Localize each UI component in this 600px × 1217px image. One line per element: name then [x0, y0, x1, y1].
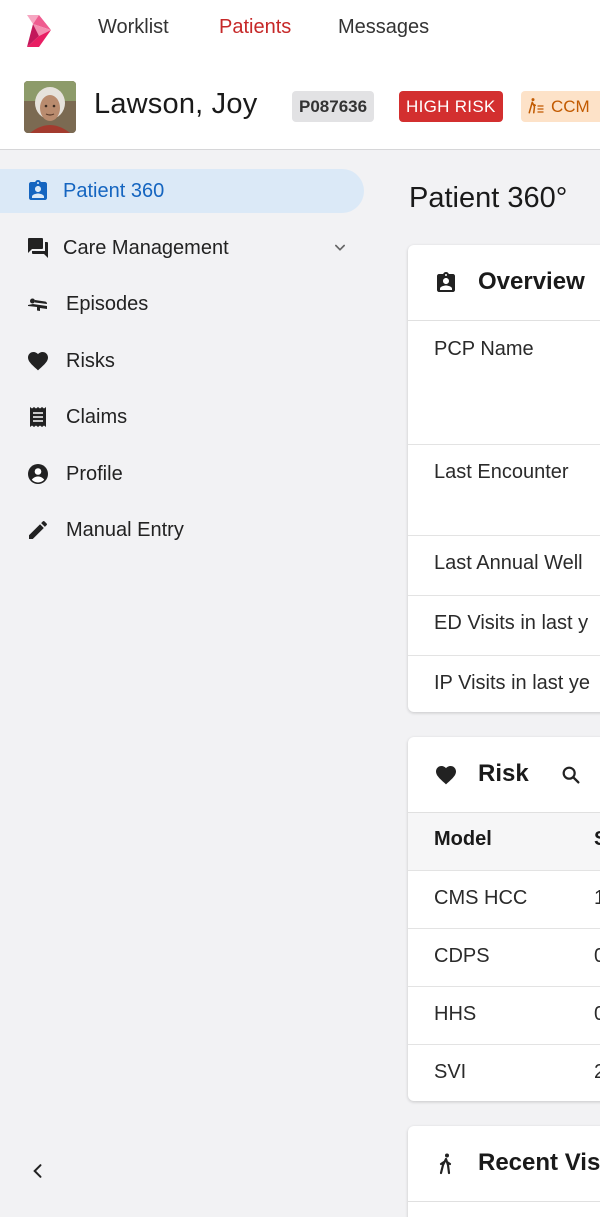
- badge-icon: [437, 272, 455, 292]
- row-label: PCP Name: [434, 338, 534, 360]
- table-row: SVI 2: [408, 1045, 600, 1101]
- table-row: HHS 0: [408, 987, 600, 1045]
- search-icon[interactable]: [560, 764, 582, 786]
- overview-title: Overview: [478, 268, 585, 295]
- avatar: [24, 81, 76, 133]
- nav-patients[interactable]: Patients: [219, 16, 291, 39]
- bed-icon: [28, 298, 47, 311]
- sidebar-item-label: Claims: [66, 406, 128, 428]
- sidebar-item-label: Profile: [66, 463, 123, 485]
- sidebar-item-label: Patient 360: [63, 180, 165, 202]
- ccm-badge: CCM: [521, 91, 600, 122]
- sidebar: Patient 360 Care Management Episodes Ris…: [0, 151, 380, 1217]
- row-label: IP Visits in last ye: [434, 672, 590, 694]
- overview-row-ip-visits: IP Visits in last ye: [408, 656, 600, 712]
- risk-table-header: Model S: [408, 813, 600, 871]
- risk-score: 1: [594, 887, 600, 909]
- table-row: CDPS 0: [408, 929, 600, 987]
- sidebar-item-patient-360[interactable]: Patient 360: [0, 169, 364, 213]
- overview-card-header: Overview: [408, 245, 600, 321]
- walking-person-icon: [439, 1153, 452, 1175]
- overview-card: Overview PCP Name Last Encounter Last An…: [408, 245, 600, 712]
- badge-icon: [29, 180, 47, 200]
- patient-header: Lawson, Joy P087636 HIGH RISK CCM: [0, 58, 600, 150]
- risk-score: 0: [594, 1003, 600, 1025]
- sidebar-item-label: Care Management: [63, 237, 229, 259]
- risk-card-header: Risk: [408, 737, 600, 813]
- sidebar-item-care-management[interactable]: Care Management: [0, 226, 364, 270]
- app-logo[interactable]: [24, 14, 54, 48]
- row-label: ED Visits in last y: [434, 612, 589, 634]
- risk-model: CDPS: [434, 945, 490, 967]
- high-risk-badge: HIGH RISK: [399, 91, 503, 122]
- sidebar-item-claims[interactable]: Claims: [0, 395, 364, 439]
- risk-model: HHS: [434, 1003, 477, 1025]
- risk-model: CMS HCC: [434, 887, 528, 909]
- chevron-down-icon[interactable]: [330, 238, 350, 258]
- column-header-model: Model: [434, 828, 492, 850]
- pencil-icon: [29, 520, 48, 539]
- recent-visits-title: Recent Vis: [478, 1149, 600, 1176]
- sidebar-item-manual-entry[interactable]: Manual Entry: [0, 508, 364, 552]
- recent-visits-card: Recent Vis: [408, 1126, 600, 1217]
- row-label: Last Annual Well: [434, 552, 583, 574]
- sidebar-item-profile[interactable]: Profile: [0, 452, 364, 496]
- sidebar-item-label: Risks: [66, 350, 115, 372]
- row-label: Last Encounter: [434, 461, 569, 483]
- walking-person-icon: [528, 98, 544, 114]
- table-row: CMS HCC 1: [408, 871, 600, 929]
- recent-visits-card-header: Recent Vis: [408, 1126, 600, 1202]
- nav-worklist[interactable]: Worklist: [98, 16, 169, 39]
- patient-id-badge: P087636: [292, 91, 375, 122]
- sidebar-item-risks[interactable]: Risks: [0, 339, 364, 383]
- receipt-icon: [30, 407, 46, 427]
- collapse-sidebar-icon[interactable]: [28, 1161, 48, 1181]
- ccm-badge-label: CCM: [551, 97, 590, 116]
- risk-score: 2: [594, 1061, 600, 1083]
- column-header-score: S: [594, 828, 600, 851]
- chat-icon: [28, 238, 48, 258]
- risk-score: 0: [594, 945, 600, 967]
- sidebar-item-episodes[interactable]: Episodes: [0, 282, 364, 326]
- page-title: Patient 360°: [409, 182, 568, 214]
- nav-messages[interactable]: Messages: [338, 16, 429, 39]
- overview-row-ed-visits: ED Visits in last y: [408, 596, 600, 656]
- heart-icon: [28, 352, 48, 371]
- heart-icon: [436, 766, 456, 785]
- sidebar-item-label: Manual Entry: [66, 519, 184, 541]
- risk-model: SVI: [434, 1061, 467, 1083]
- overview-row-pcp-name: PCP Name: [408, 321, 600, 445]
- overview-row-last-encounter: Last Encounter: [408, 445, 600, 536]
- risk-title: Risk: [478, 760, 529, 787]
- account-circle-icon: [28, 464, 48, 484]
- patient-name: Lawson, Joy: [94, 88, 258, 120]
- sidebar-item-label: Episodes: [66, 293, 149, 315]
- risk-card: Risk Model S CMS HCC 1 CDPS 0 HHS 0 SVI …: [408, 737, 600, 1101]
- overview-row-last-annual-well: Last Annual Well: [408, 536, 600, 596]
- top-nav: Worklist Patients Messages: [0, 0, 600, 58]
